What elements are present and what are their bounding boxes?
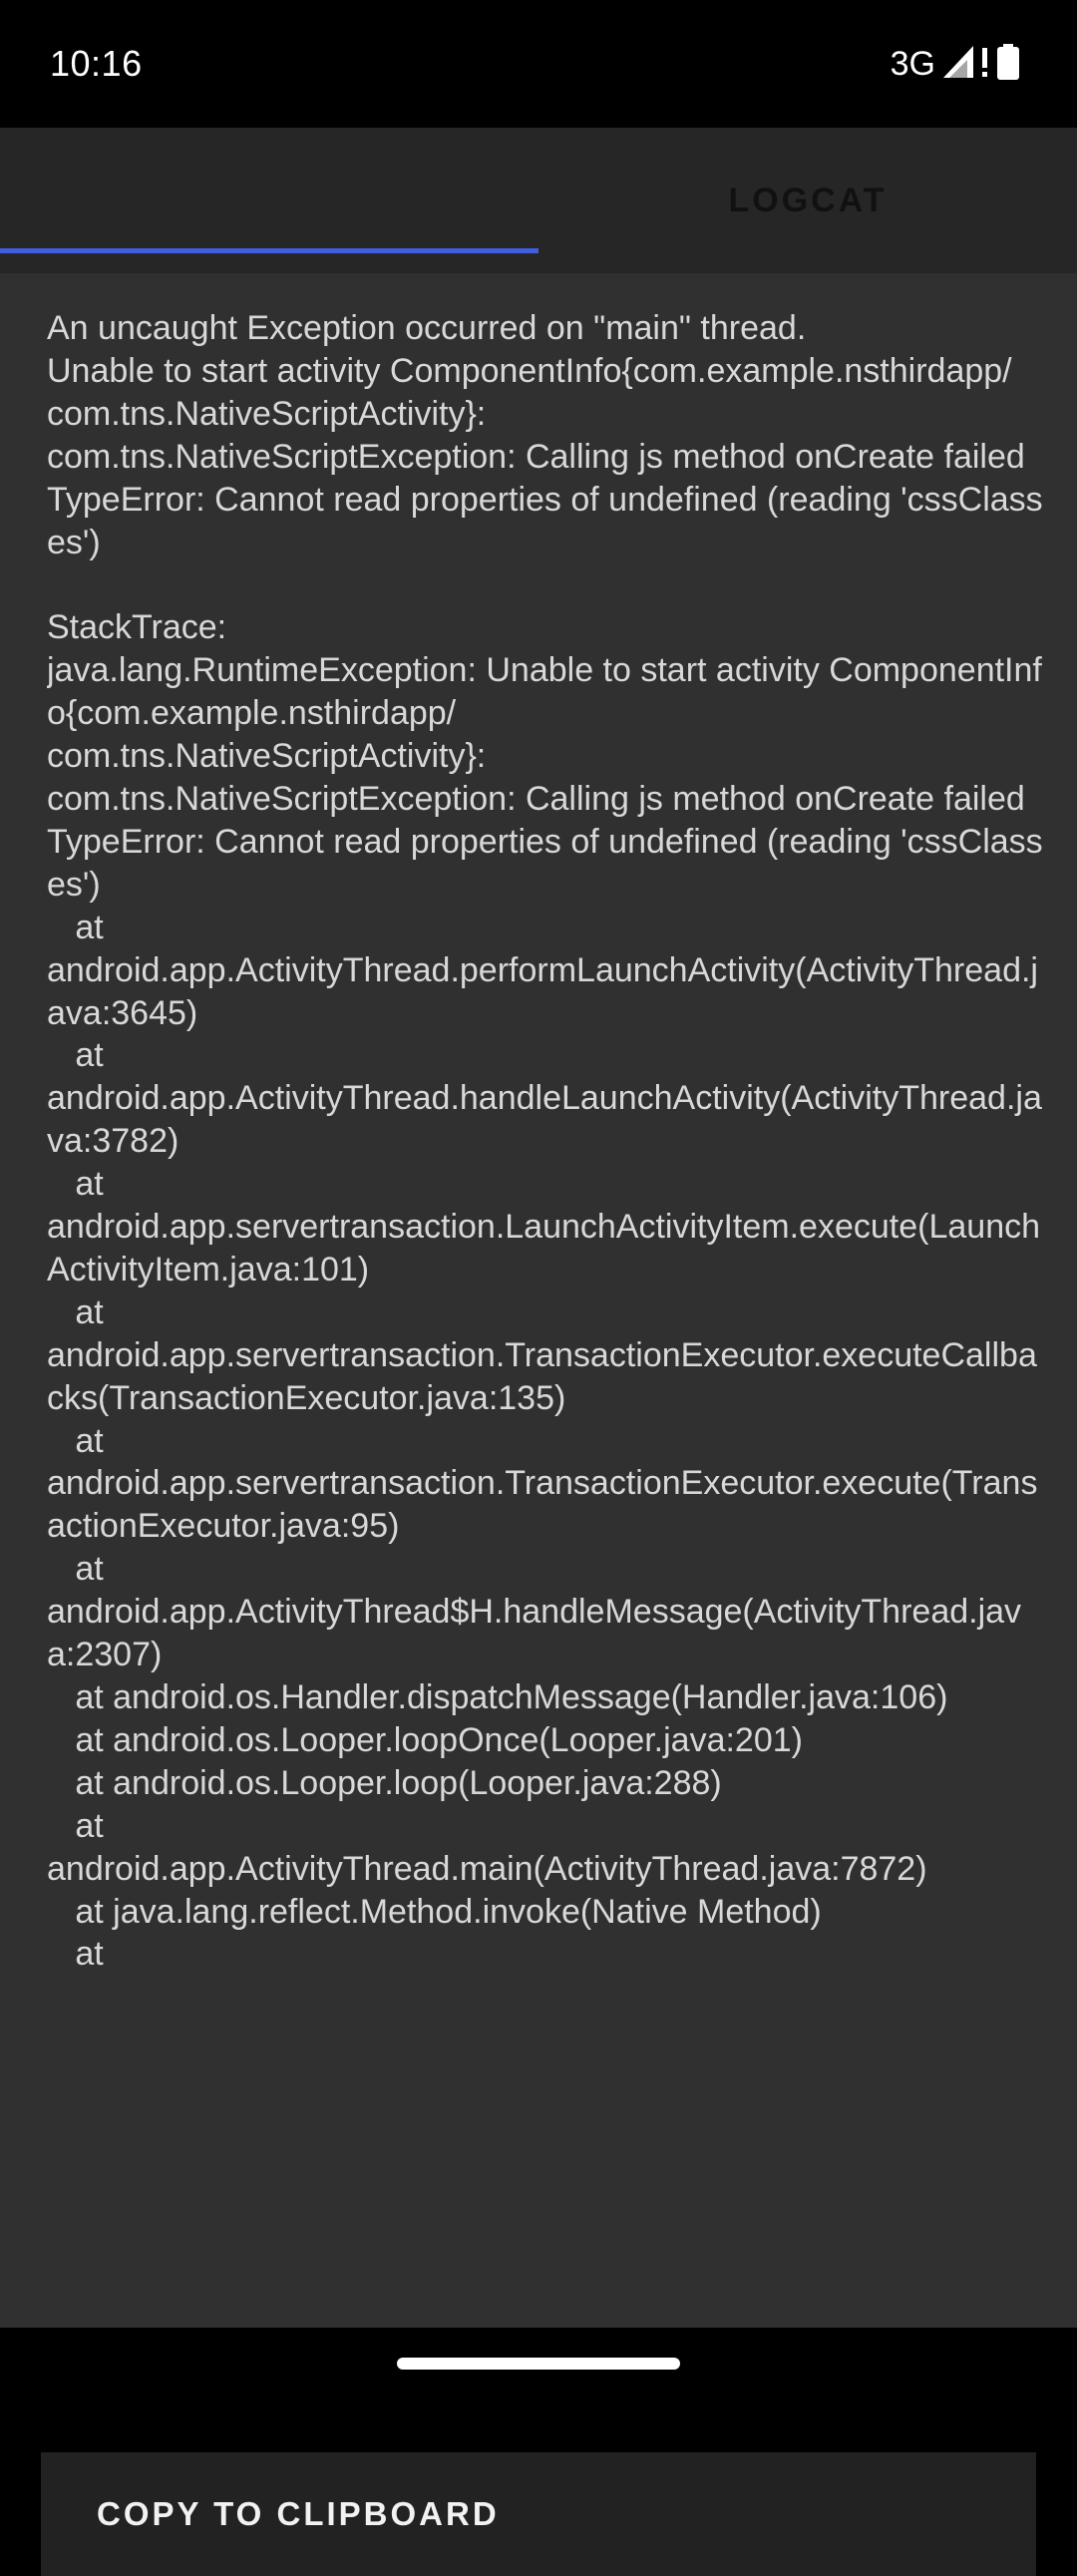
status-bar: 10:16 3G [0, 0, 1077, 128]
error-content: An uncaught Exception occurred on "main"… [0, 273, 1077, 2576]
copy-to-clipboard-button[interactable]: COPY TO CLIPBOARD [41, 2452, 1036, 2576]
status-icons: 3G [891, 40, 1019, 88]
home-gesture-handle[interactable] [397, 2358, 680, 2370]
tab-logcat[interactable]: LOGCAT [538, 128, 1077, 273]
alert-icon [981, 46, 989, 83]
tab-indicator [0, 248, 538, 253]
error-log-scroll[interactable]: An uncaught Exception occurred on "main"… [47, 307, 1044, 2182]
error-log-text: An uncaught Exception occurred on "main"… [47, 309, 1043, 1974]
navigation-bar [0, 2328, 1077, 2393]
battery-icon [997, 43, 1019, 85]
status-time: 10:16 [50, 43, 143, 84]
tab-bar: LOGCAT [0, 128, 1077, 273]
signal-icon [943, 45, 973, 83]
network-type: 3G [890, 45, 935, 83]
